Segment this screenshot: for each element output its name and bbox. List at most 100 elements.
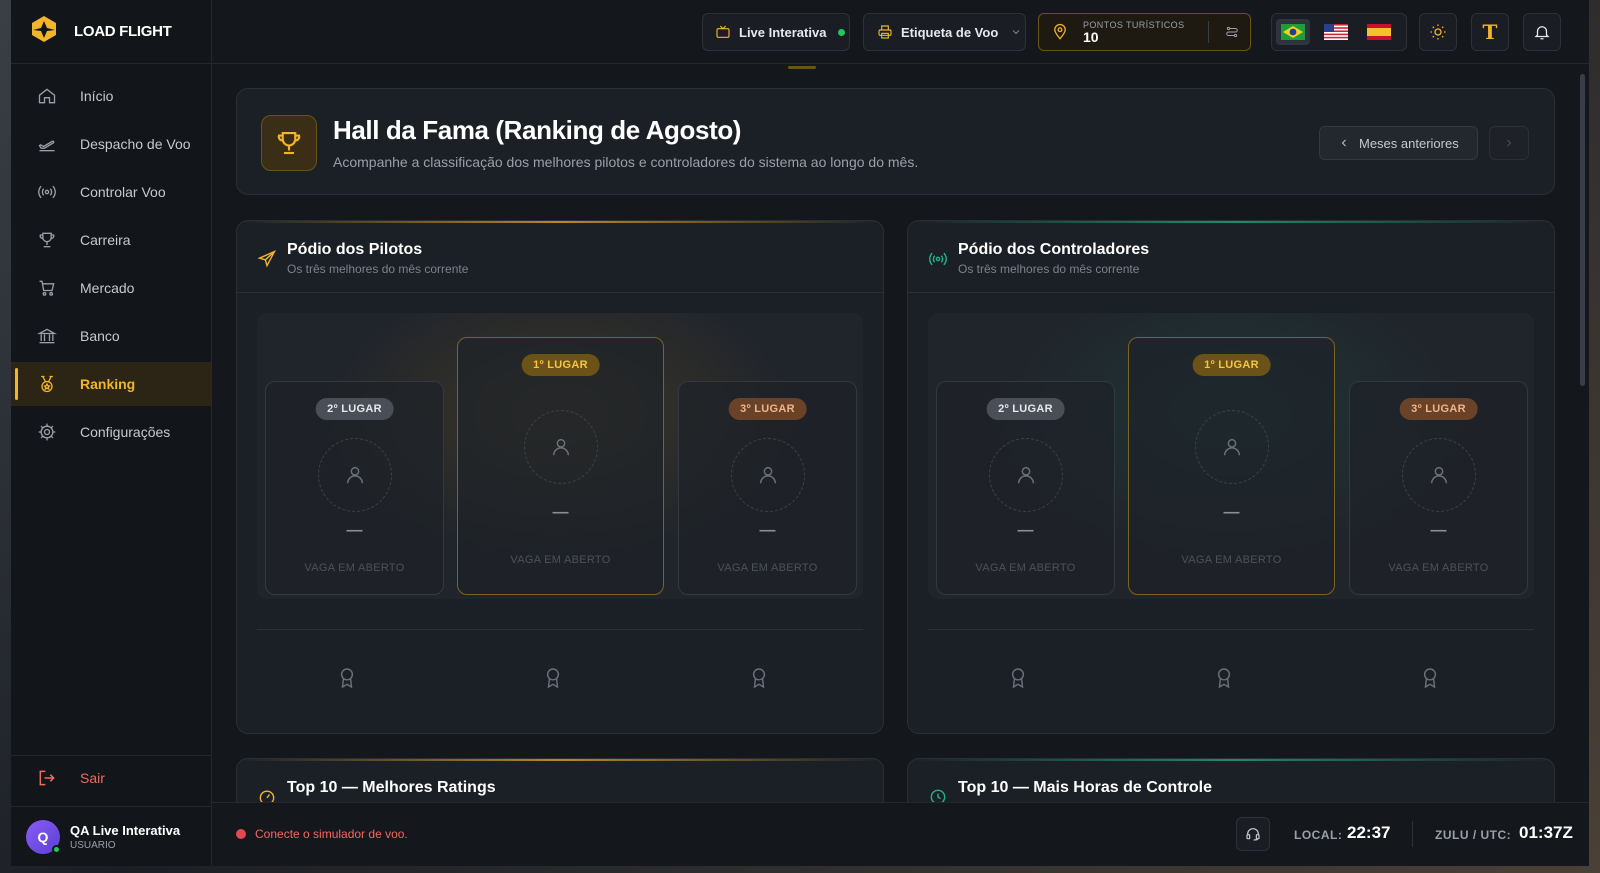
status-bar: Conecte o simulador de voo. LOCAL: 22:37…: [212, 802, 1589, 866]
avatar-initial: Q: [37, 828, 49, 845]
sidebar-item-configuracoes[interactable]: Configurações: [11, 410, 211, 454]
notifications-button[interactable]: [1523, 13, 1561, 51]
user-placeholder-icon: [317, 438, 392, 512]
scrollbar[interactable]: [1580, 74, 1585, 386]
cart-icon: [39, 280, 55, 296]
next-month-button[interactable]: [1489, 126, 1529, 160]
support-button[interactable]: [1236, 817, 1270, 851]
sidebar-item-carreira[interactable]: Carreira: [11, 218, 211, 262]
sun-icon: [1430, 24, 1446, 40]
bell-icon: [1534, 26, 1550, 40]
hall-of-fame-header: Hall da Fama (Ranking de Agosto) Acompan…: [236, 88, 1555, 195]
controller-name: —: [1223, 504, 1240, 521]
card-accent: [237, 759, 883, 761]
pilot-name: —: [759, 522, 776, 539]
status-dot: [236, 829, 246, 839]
pilot-name: —: [346, 522, 363, 539]
sidebar-item-ranking[interactable]: Ranking: [11, 362, 211, 406]
divider: [928, 629, 1534, 630]
trophy-icon: [261, 115, 317, 171]
award-icon: [1011, 668, 1025, 689]
controller-name: —: [1430, 522, 1447, 539]
local-time-label: LOCAL:: [1294, 828, 1343, 842]
radio-icon: [929, 252, 947, 266]
avatar: Q: [26, 819, 61, 854]
logout-button[interactable]: Sair: [11, 755, 211, 799]
user-placeholder-icon: [1401, 438, 1476, 512]
font-size-button[interactable]: T: [1471, 13, 1509, 51]
flag-brazil-button[interactable]: [1276, 19, 1310, 45]
card-header: Pódio dos Pilotos Os três melhores do mê…: [237, 221, 883, 293]
zulu-time: 01:37Z: [1519, 823, 1573, 842]
sidebar-item-label: Despacho de Voo: [80, 136, 191, 152]
chevron-right-icon: [1507, 139, 1512, 147]
award-icon: [1423, 668, 1437, 689]
theme-toggle-button[interactable]: [1419, 13, 1457, 51]
pilot-name: —: [552, 504, 569, 521]
card-accent: [908, 759, 1554, 761]
user-profile[interactable]: Q QA Live Interativa USUARIO: [11, 806, 211, 866]
sidebar-item-inicio[interactable]: Início: [11, 74, 211, 118]
slot-status: VAGA EM ABERTO: [304, 562, 405, 574]
controllers-podium-card: Pódio dos Controladores Os três melhores…: [907, 220, 1555, 734]
slot-status: VAGA EM ABERTO: [717, 562, 818, 574]
tv-icon: [716, 25, 730, 38]
main-content: Hall da Fama (Ranking de Agosto) Acompan…: [212, 64, 1589, 802]
place-badge: 2º LUGAR: [315, 398, 394, 420]
live-interativa-button[interactable]: Live Interativa: [702, 13, 850, 51]
sidebar-item-mercado[interactable]: Mercado: [11, 266, 211, 310]
user-name: QA Live Interativa: [70, 822, 181, 838]
live-label: Live Interativa: [739, 24, 827, 40]
pilots-subtitle: Os três melhores do mês corrente: [287, 262, 469, 276]
sidebar-item-label: Mercado: [80, 280, 135, 296]
podium-slot-1: 1º LUGAR — VAGA EM ABERTO: [1128, 337, 1335, 595]
sidebar-item-banco[interactable]: Banco: [11, 314, 211, 358]
bank-icon: [37, 328, 57, 344]
award-icon: [340, 668, 354, 689]
sidebar-item-label: Ranking: [80, 376, 136, 392]
sidebar-item-controlar[interactable]: Controlar Voo: [11, 170, 211, 214]
status-text: Conecte o simulador de voo.: [255, 827, 408, 841]
award-icon: [752, 668, 766, 689]
home-icon: [38, 88, 56, 104]
zulu-time-label: ZULU / UTC:: [1435, 828, 1512, 842]
clock-icon: [930, 789, 946, 802]
divider: [257, 629, 863, 630]
chevron-left-icon: [1341, 139, 1346, 147]
sidebar-item-despacho[interactable]: Despacho de Voo: [11, 122, 211, 166]
route-settings-icon[interactable]: [1225, 25, 1239, 39]
flag-usa-button[interactable]: [1319, 19, 1353, 45]
plane-takeoff-icon: [38, 140, 55, 152]
card-header: Pódio dos Controladores Os três melhores…: [908, 221, 1554, 293]
tourist-points-widget[interactable]: PONTOS TURÍSTICOS 10: [1038, 13, 1251, 51]
user-placeholder-icon: [523, 410, 598, 484]
page-title: Hall da Fama (Ranking de Agosto): [333, 115, 742, 145]
topbar: Live Interativa Etiqueta de Voo PONTOS T…: [212, 0, 1589, 64]
sidebar: LOAD FLIGHT Início Despacho de Voo Contr…: [11, 0, 212, 866]
map-pin-icon: [1054, 23, 1066, 40]
flight-label-dropdown[interactable]: Etiqueta de Voo: [863, 13, 1026, 51]
place-badge: 1º LUGAR: [521, 354, 600, 376]
user-placeholder-icon: [1194, 410, 1269, 484]
podium-slot-2: 2º LUGAR — VAGA EM ABERTO: [265, 381, 444, 595]
points-value: 10: [1083, 29, 1099, 45]
gear-icon: [38, 423, 56, 441]
logout-label: Sair: [80, 769, 105, 786]
podium-slot-3: 3º LUGAR — VAGA EM ABERTO: [1349, 381, 1528, 595]
sidebar-nav: Início Despacho de Voo Controlar Voo Car…: [11, 64, 211, 454]
points-separator: [1208, 21, 1210, 43]
pull-handle[interactable]: [788, 66, 816, 69]
flag-spain-button[interactable]: [1362, 19, 1396, 45]
radio-icon: [38, 185, 56, 199]
user-placeholder-icon: [730, 438, 805, 512]
user-role: USUARIO: [70, 839, 116, 851]
brand[interactable]: LOAD FLIGHT: [11, 0, 211, 64]
sidebar-item-label: Configurações: [80, 424, 171, 440]
trophy-icon: [39, 232, 55, 248]
chevron-down-icon: [1012, 30, 1020, 35]
sidebar-item-label: Carreira: [80, 232, 131, 248]
logo-icon: [30, 15, 58, 48]
previous-months-label: Meses anteriores: [1359, 135, 1459, 151]
previous-months-button[interactable]: Meses anteriores: [1319, 126, 1478, 160]
sidebar-item-label: Banco: [80, 328, 120, 344]
